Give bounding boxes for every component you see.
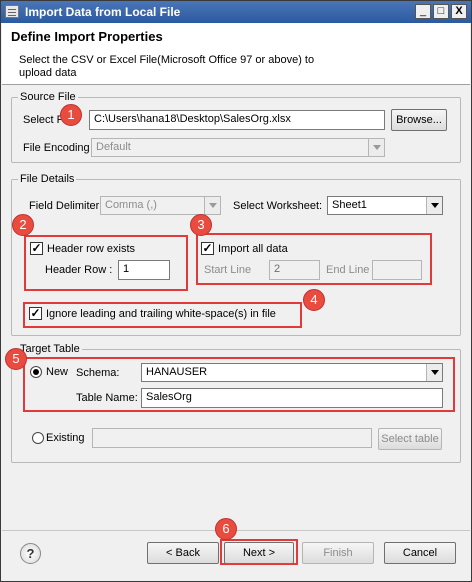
source-file-legend: Source File (20, 91, 76, 103)
chevron-down-icon (426, 197, 442, 214)
page-title: Define Import Properties (11, 29, 163, 44)
worksheet-value: Sheet1 (332, 199, 367, 211)
back-button[interactable]: < Back (147, 542, 219, 564)
start-line-label: Start Line (204, 264, 252, 276)
import-dialog: Import Data from Local File _ □ X Define… (0, 0, 472, 582)
finish-button[interactable]: Finish (302, 542, 374, 564)
chevron-down-icon (204, 197, 220, 214)
help-icon[interactable]: ? (20, 543, 41, 564)
next-button[interactable]: Next > (224, 542, 294, 564)
file-encoding-select[interactable]: Default (91, 138, 385, 157)
callout-badge-5: 5 (5, 348, 27, 370)
field-delimiter-value: Comma (,) (105, 199, 157, 211)
target-table-legend: Target Table (20, 343, 80, 355)
callout-badge-4: 4 (303, 289, 325, 311)
header-row-input[interactable]: 1 (118, 260, 170, 280)
schema-value: HANAUSER (146, 366, 208, 378)
chevron-down-icon (368, 139, 384, 156)
existing-table-label: Existing (46, 432, 85, 444)
end-line-input[interactable] (372, 260, 422, 280)
file-encoding-value: Default (96, 141, 131, 153)
schema-label: Schema: (76, 367, 120, 379)
window-title: Import Data from Local File (25, 5, 181, 19)
file-details-legend: File Details (20, 173, 75, 185)
header-row-exists-label: Header row exists (47, 243, 136, 255)
ignore-whitespace-label: Ignore leading and trailing white-space(… (46, 308, 276, 320)
select-table-button[interactable]: Select table (378, 428, 442, 450)
browse-button[interactable]: Browse... (391, 109, 447, 131)
import-all-label: Import all data (218, 243, 288, 255)
callout-badge-2: 2 (12, 214, 34, 236)
maximize-button[interactable]: □ (433, 4, 449, 19)
chevron-down-icon (426, 364, 442, 381)
callout-badge-1: 1 (60, 104, 82, 126)
select-worksheet-label: Select Worksheet: (233, 200, 323, 212)
table-name-input[interactable]: SalesOrg (141, 388, 443, 408)
title-bar: Import Data from Local File _ □ X (1, 1, 471, 23)
new-table-label: New (46, 366, 69, 378)
minimize-button[interactable]: _ (415, 4, 431, 19)
import-all-checkbox[interactable]: ✓ (201, 242, 214, 255)
callout-badge-6: 6 (215, 518, 237, 540)
header-row-exists-checkbox[interactable]: ✓ (30, 242, 43, 255)
field-delimiter-select[interactable]: Comma (,) (100, 196, 221, 215)
cancel-button[interactable]: Cancel (384, 542, 456, 564)
file-path-field[interactable]: C:\Users\hana18\Desktop\SalesOrg.xlsx (89, 110, 385, 130)
start-line-input[interactable]: 2 (269, 260, 320, 280)
field-delimiter-label: Field Delimiter (29, 200, 100, 212)
table-name-label: Table Name: (76, 392, 138, 404)
new-table-radio[interactable] (30, 366, 42, 378)
header-row-label: Header Row : (45, 264, 113, 276)
close-button[interactable]: X (451, 4, 467, 19)
existing-table-radio[interactable] (32, 432, 44, 444)
callout-badge-3: 3 (190, 214, 212, 236)
app-icon (5, 5, 19, 18)
ignore-whitespace-checkbox[interactable]: ✓ (29, 307, 42, 320)
existing-table-field[interactable] (92, 428, 372, 448)
worksheet-select[interactable]: Sheet1 (327, 196, 443, 215)
page-description: Select the CSV or Excel File(Microsoft O… (19, 54, 315, 79)
wizard-header: Define Import Properties Select the CSV … (2, 23, 470, 85)
schema-select[interactable]: HANAUSER (141, 363, 443, 382)
file-encoding-label: File Encoding (23, 142, 90, 154)
end-line-label: End Line (326, 264, 370, 276)
